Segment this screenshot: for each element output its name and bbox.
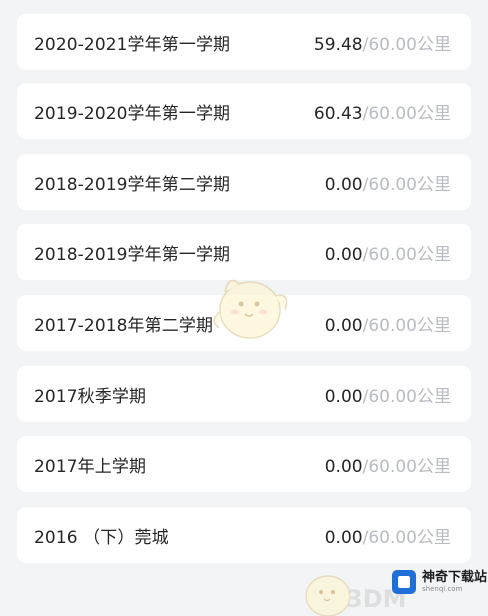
distance-unit: 公里: [417, 315, 451, 336]
term-row[interactable]: 2016 （下）莞城 0.00/60.00 公里: [17, 507, 471, 563]
distance-value: 0.00: [324, 315, 363, 336]
term-name: 2018-2019学年第二学期: [34, 174, 231, 195]
distance-goal: 60.00: [368, 103, 417, 124]
term-name: 2019-2020学年第一学期: [34, 103, 231, 124]
distance-summary: 0.00/60.00 公里: [325, 311, 451, 336]
distance-unit: 公里: [417, 34, 451, 55]
term-row[interactable]: 2017秋季学期 0.00/60.00 公里: [17, 366, 471, 422]
logo-sub: shenqi.com: [422, 584, 463, 593]
term-row[interactable]: 2017年上学期 0.00/60.00 公里: [17, 436, 471, 492]
term-name: 2017-2018年第二学期: [34, 315, 214, 336]
distance-unit: 公里: [417, 527, 451, 548]
term-name: 2016 （下）莞城: [34, 527, 169, 548]
term-name: 2020-2021学年第一学期: [34, 34, 231, 55]
logo-text-group: 神奇下载站 shenqi.com: [422, 569, 488, 594]
distance-summary: 0.00/60.00 公里: [325, 240, 451, 265]
distance-value: 59.48: [313, 34, 363, 55]
distance-summary: 60.43/60.00 公里: [314, 99, 451, 124]
distance-unit: 公里: [417, 174, 451, 195]
distance-goal: 60.00: [368, 386, 417, 407]
distance-summary: 0.00/60.00 公里: [325, 382, 451, 407]
distance-summary: 0.00/60.00 公里: [325, 523, 451, 548]
site-logo: 神奇下载站 shenqi.com: [392, 570, 487, 594]
term-name: 2017秋季学期: [34, 386, 147, 407]
term-row[interactable]: 2020-2021学年第一学期 59.48/60.00 公里: [17, 14, 471, 70]
distance-unit: 公里: [417, 103, 451, 124]
distance-unit: 公里: [417, 386, 451, 407]
distance-summary: 0.00/60.00 公里: [325, 452, 451, 477]
distance-value: 0.00: [324, 527, 363, 548]
mascot-icon: [213, 279, 288, 339]
distance-value: 0.00: [324, 456, 363, 477]
distance-value: 0.00: [324, 174, 363, 195]
distance-goal: 60.00: [368, 527, 417, 548]
distance-summary: 59.48/60.00 公里: [314, 30, 451, 55]
term-name: 2017年上学期: [34, 456, 147, 477]
distance-value: 0.00: [324, 244, 363, 265]
distance-value: 60.43: [313, 103, 363, 124]
term-row[interactable]: 2018-2019学年第二学期 0.00/60.00 公里: [17, 154, 471, 210]
distance-goal: 60.00: [368, 456, 417, 477]
distance-summary: 0.00/60.00 公里: [325, 170, 451, 195]
term-row[interactable]: 2019-2020学年第一学期 60.43/60.00 公里: [17, 83, 471, 139]
distance-goal: 60.00: [368, 174, 417, 195]
distance-unit: 公里: [417, 244, 451, 265]
distance-goal: 60.00: [368, 315, 417, 336]
distance-value: 0.00: [324, 386, 363, 407]
distance-goal: 60.00: [368, 34, 417, 55]
logo-brand: 神奇下载站: [422, 569, 488, 585]
distance-unit: 公里: [417, 456, 451, 477]
distance-goal: 60.00: [368, 244, 417, 265]
term-name: 2018-2019学年第一学期: [34, 244, 231, 265]
logo-icon: [392, 570, 416, 594]
